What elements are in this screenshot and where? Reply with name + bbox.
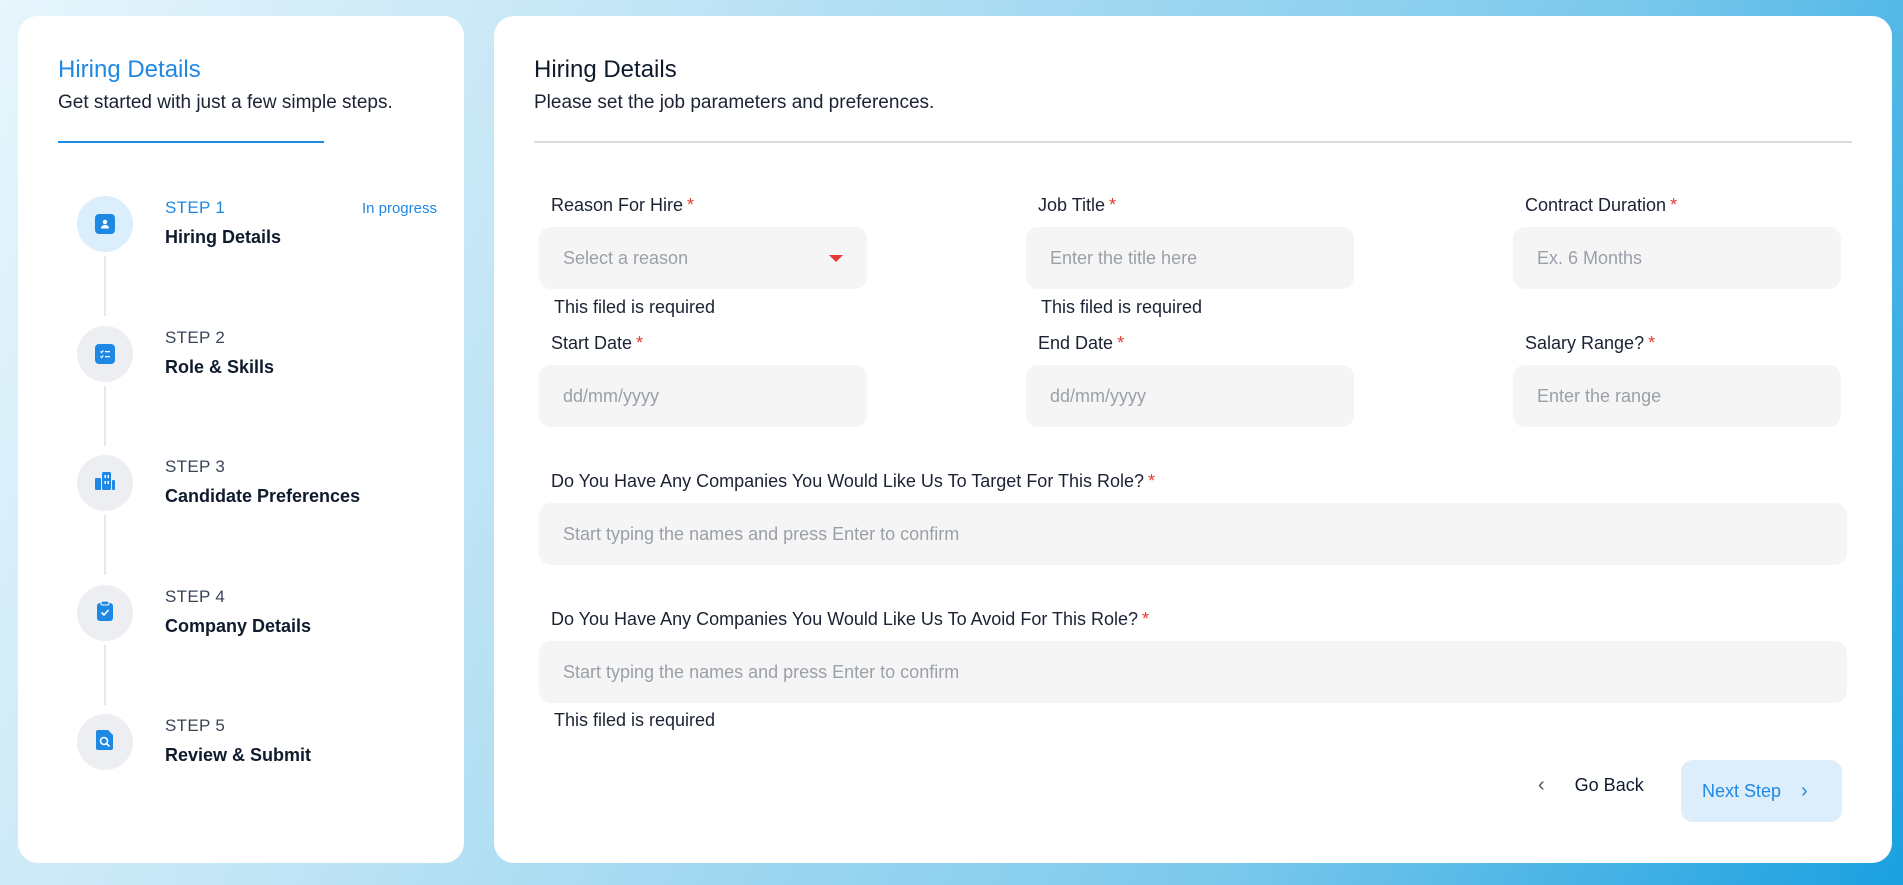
- caret-down-icon: [829, 255, 843, 262]
- step-1-status: In progress: [361, 200, 437, 217]
- reason-error: This filed is required: [554, 297, 716, 317]
- step-5-name: Review & Submit: [165, 745, 312, 765]
- job-title-input[interactable]: [1026, 227, 1354, 289]
- avoid-companies-error: This filed is required: [554, 710, 716, 730]
- step-1[interactable]: STEP 1 Hiring Details In progress: [77, 196, 437, 256]
- step-3-name: Candidate Preferences: [165, 486, 361, 506]
- chevron-left-icon: ‹: [1538, 773, 1545, 796]
- page-title: Hiring Details: [534, 56, 677, 83]
- job-title-label: Job Title *: [1038, 195, 1117, 215]
- start-date-input[interactable]: [539, 365, 867, 427]
- building-icon: [94, 471, 116, 496]
- step-5-circle: [77, 714, 133, 770]
- avoid-companies-label: Do You Have Any Companies You Would Like…: [551, 609, 1150, 629]
- step-2-circle: [77, 326, 133, 382]
- step-connector: [104, 645, 106, 705]
- page-subtitle: Please set the job parameters and prefer…: [534, 92, 935, 113]
- header-divider: [534, 141, 1852, 143]
- step-1-number: STEP 1: [165, 198, 226, 217]
- step-connector: [104, 515, 106, 575]
- step-4[interactable]: STEP 4 Company Details: [77, 585, 437, 645]
- sidebar-divider: [58, 141, 324, 143]
- step-1-circle: [77, 196, 133, 252]
- step-4-name: Company Details: [165, 616, 312, 636]
- reason-select[interactable]: Select a reason: [539, 227, 867, 289]
- step-1-name: Hiring Details: [165, 227, 282, 247]
- sidebar-subtitle: Get started with just a few simple steps…: [58, 92, 393, 113]
- step-5-number: STEP 5: [165, 716, 226, 735]
- step-connector: [104, 256, 106, 316]
- start-date-label: Start Date *: [551, 333, 644, 353]
- target-companies-input[interactable]: [539, 503, 1847, 565]
- end-date-input[interactable]: [1026, 365, 1354, 427]
- step-4-number: STEP 4: [165, 587, 226, 606]
- go-back-button[interactable]: ‹ Go Back: [1528, 760, 1663, 810]
- step-3-number: STEP 3: [165, 457, 226, 476]
- document-search-icon: [96, 729, 114, 756]
- clipboard-check-icon: [96, 600, 114, 627]
- stepper-sidebar: Hiring Details Get started with just a f…: [18, 16, 464, 863]
- job-title-error: This filed is required: [1041, 297, 1203, 317]
- reason-label: Reason For Hire *: [551, 195, 695, 215]
- step-2-name: Role & Skills: [165, 357, 275, 377]
- step-5[interactable]: STEP 5 Review & Submit: [77, 714, 437, 774]
- hiring-details-form: Hiring Details Please set the job parame…: [494, 16, 1892, 863]
- step-4-circle: [77, 585, 133, 641]
- step-connector: [104, 386, 106, 446]
- next-step-label: Next Step: [1702, 780, 1782, 801]
- step-3[interactable]: STEP 3 Candidate Preferences: [77, 455, 437, 515]
- next-step-button[interactable]: Next Step ›: [1681, 760, 1842, 822]
- person-icon: [95, 214, 115, 234]
- reason-placeholder: Select a reason: [563, 247, 689, 268]
- chevron-right-icon: ›: [1801, 779, 1808, 802]
- avoid-companies-input[interactable]: [539, 641, 1847, 703]
- step-3-circle: [77, 455, 133, 511]
- contract-duration-input[interactable]: [1513, 227, 1841, 289]
- salary-range-label: Salary Range? *: [1525, 333, 1656, 353]
- sidebar-title: Hiring Details: [58, 56, 201, 83]
- go-back-label: Go Back: [1574, 774, 1644, 795]
- checklist-icon: [95, 344, 115, 364]
- end-date-label: End Date *: [1038, 333, 1125, 353]
- salary-range-input[interactable]: [1513, 365, 1841, 427]
- step-2-number: STEP 2: [165, 328, 226, 347]
- step-2[interactable]: STEP 2 Role & Skills: [77, 326, 437, 386]
- target-companies-label: Do You Have Any Companies You Would Like…: [551, 471, 1156, 491]
- contract-duration-label: Contract Duration *: [1525, 195, 1678, 215]
